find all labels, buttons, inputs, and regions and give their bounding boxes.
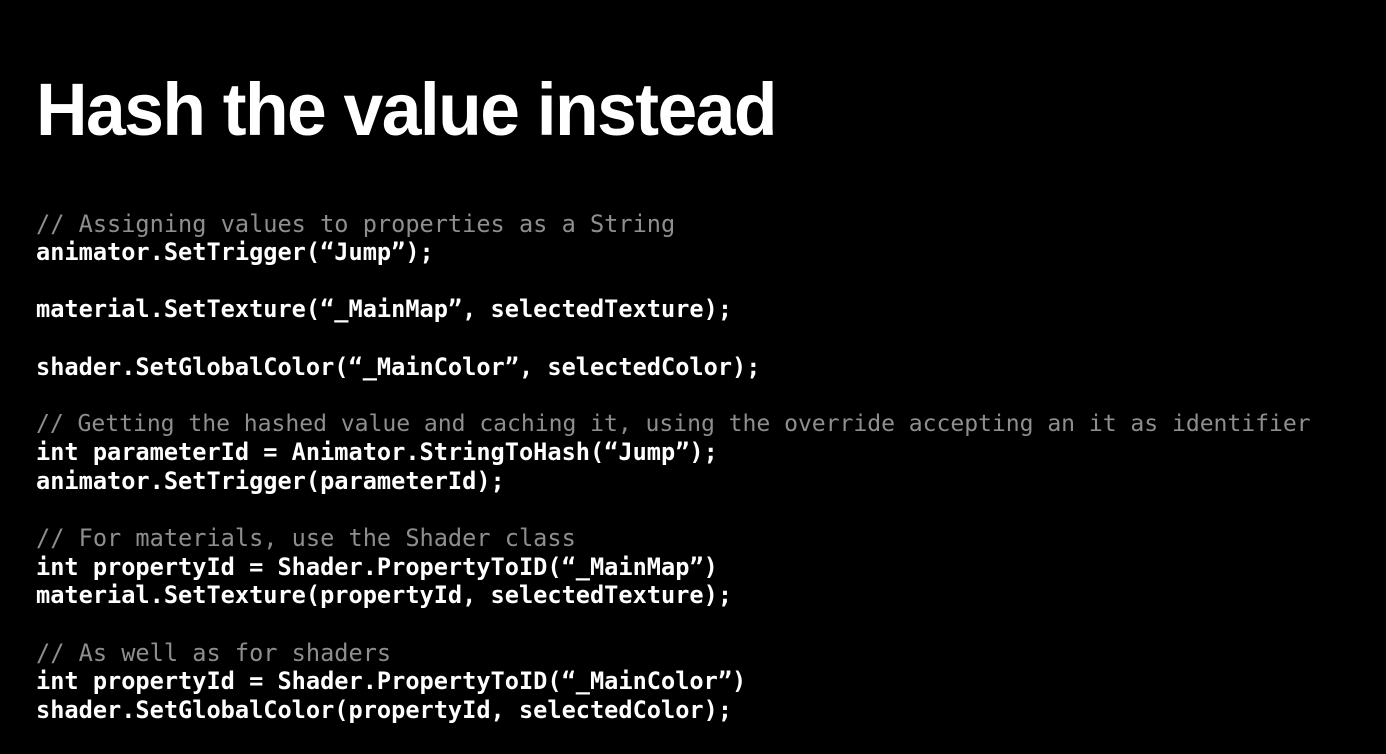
code-line: material.SetTexture(“_MainMap”, selected… — [36, 295, 733, 324]
presentation-slide: Hash the value instead // Assigning valu… — [0, 0, 1386, 754]
code-snippet-block: // Assigning values to properties as a S… — [36, 210, 1376, 725]
page-title: Hash the value instead — [36, 67, 777, 151]
code-line: int parameterId = Animator.StringToHash(… — [36, 438, 718, 467]
code-line: animator.SetTrigger(parameterId); — [36, 466, 505, 495]
code-line: material.SetTexture(propertyId, selected… — [36, 581, 733, 610]
code-line: animator.SetTrigger(“Jump”); — [36, 238, 434, 267]
code-line: shader.SetGlobalColor(propertyId, select… — [36, 695, 733, 724]
code-line: // As well as for shaders — [36, 638, 392, 667]
code-line: // Getting the hashed value and caching … — [36, 410, 1311, 437]
code-line: // Assigning values to properties as a S… — [36, 209, 676, 238]
code-line: // For materials, use the Shader class — [36, 524, 576, 553]
code-line: int propertyId = Shader.PropertyToID(“_M… — [36, 552, 718, 581]
code-line: shader.SetGlobalColor(“_MainColor”, sele… — [36, 352, 761, 381]
code-line: int propertyId = Shader.PropertyToID(“_M… — [36, 667, 747, 696]
